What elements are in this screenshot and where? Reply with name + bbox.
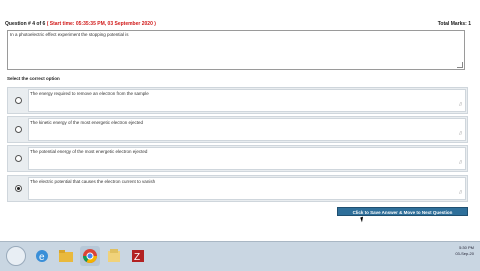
clock-date: 03-Sep-20: [455, 251, 474, 256]
filezilla-icon[interactable]: Z: [128, 246, 148, 266]
question-header: Question # 4 of 6 ( Start time: 05:35:35…: [5, 19, 471, 29]
option-text-box: The energy required to remove an electro…: [28, 89, 466, 112]
option-row[interactable]: The potential energy of the most energet…: [7, 145, 468, 172]
save-next-button[interactable]: Click to Save Answer & Move to Next Ques…: [337, 207, 468, 216]
option-text: The potential energy of the most energet…: [30, 149, 148, 154]
total-marks: Total Marks: 1: [437, 21, 471, 27]
question-textarea: In a photoelectric effect experiment the…: [7, 30, 465, 70]
mouse-cursor-icon: [360, 216, 365, 223]
resize-grip-icon: //: [459, 160, 462, 166]
radio-cell[interactable]: [8, 176, 28, 201]
question-number: Question # 4 of 6: [5, 21, 46, 27]
radio-cell[interactable]: [8, 146, 28, 171]
select-option-label: Select the correct option: [7, 76, 60, 81]
option-text: The kinetic energy of the most energetic…: [30, 120, 144, 125]
svg-text:Z: Z: [134, 252, 140, 263]
resize-grip-icon: //: [459, 190, 462, 196]
chrome-icon[interactable]: [80, 246, 100, 266]
option-text-box: The kinetic energy of the most energetic…: [28, 118, 466, 141]
internet-explorer-icon[interactable]: e: [32, 246, 52, 266]
option-radio[interactable]: [14, 155, 22, 162]
system-tray: 5:30 PM 03-Sep-20: [455, 245, 474, 257]
option-text: The energy required to remove an electro…: [30, 91, 149, 96]
option-text-box: The potential energy of the most energet…: [28, 147, 466, 170]
start-orb-icon[interactable]: [6, 246, 26, 266]
radio-cell[interactable]: [8, 117, 28, 142]
files-icon[interactable]: [104, 246, 124, 266]
resize-grip-icon: [457, 62, 463, 68]
option-row[interactable]: The energy required to remove an electro…: [7, 87, 468, 114]
option-radio-selected[interactable]: [14, 185, 22, 192]
question-text: In a photoelectric effect experiment the…: [10, 32, 129, 37]
option-row[interactable]: The kinetic energy of the most energetic…: [7, 116, 468, 143]
option-radio[interactable]: [14, 126, 22, 133]
resize-grip-icon: //: [459, 102, 462, 108]
option-text: The electric potential that causes the e…: [30, 179, 156, 184]
resize-grip-icon: //: [459, 131, 462, 137]
option-text-box: The electric potential that causes the e…: [28, 177, 466, 200]
svg-text:e: e: [39, 252, 45, 263]
radio-cell[interactable]: [8, 88, 28, 113]
taskbar: e Z 5:30 PM 03-Sep-20: [0, 241, 480, 271]
option-row[interactable]: The electric potential that causes the e…: [7, 175, 468, 202]
option-radio[interactable]: [14, 97, 22, 104]
start-time: ( Start time: 05:35:35 PM, 03 September …: [46, 21, 156, 27]
folder-icon[interactable]: [56, 246, 76, 266]
